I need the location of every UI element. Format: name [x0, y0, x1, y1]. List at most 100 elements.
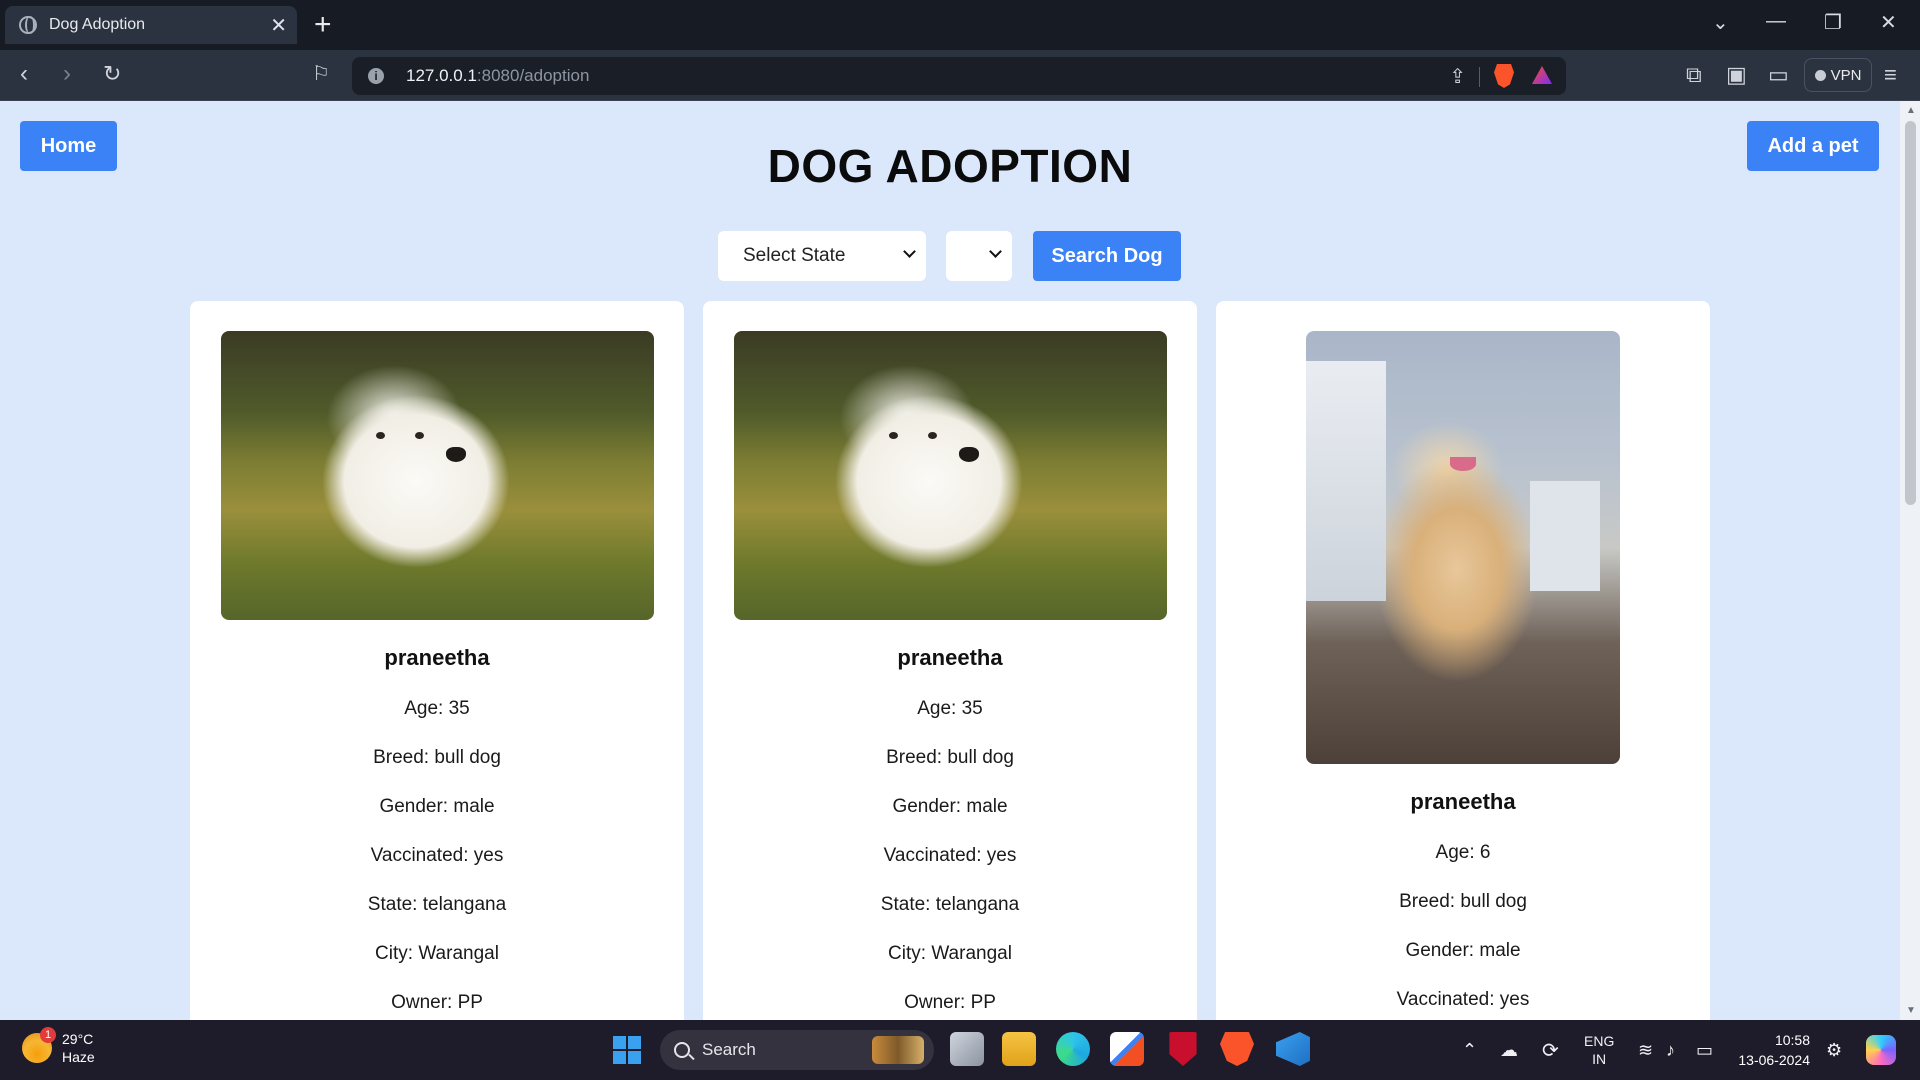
white-fluffy-dog-photo: [733, 331, 1167, 620]
minimize-icon[interactable]: —: [1766, 10, 1786, 33]
dog-vaccinated: Vaccinated: yes: [883, 845, 1017, 866]
dog-eye: [376, 432, 386, 440]
chevron-down-icon: [989, 245, 1002, 258]
tab-search-chevron-icon[interactable]: ⌄: [1712, 10, 1729, 35]
lang-top: ENG: [1584, 1033, 1615, 1049]
dog-name: praneetha: [1410, 789, 1516, 814]
share-icon[interactable]: ⇪: [1449, 64, 1466, 89]
dog-eye: [415, 432, 425, 440]
wallet-icon[interactable]: ▭: [1768, 62, 1789, 88]
url-host: 127.0.0.1: [406, 66, 477, 85]
taskbar-search-label: Search: [702, 1040, 756, 1059]
new-tab-button[interactable]: +: [314, 8, 332, 42]
edge-icon[interactable]: [1056, 1032, 1090, 1066]
windows-logo-icon: [613, 1036, 626, 1049]
dog-eye: [889, 432, 899, 440]
vpn-button[interactable]: VPN: [1804, 58, 1872, 92]
show-hidden-icons[interactable]: ⌃: [1462, 1020, 1477, 1080]
dog-card: praneetha Age: 35 Breed: bull dog Gender…: [703, 301, 1197, 1020]
search-dog-button[interactable]: Search Dog: [1033, 231, 1181, 281]
extensions-icon[interactable]: ⧉: [1686, 62, 1702, 88]
browser-tab[interactable]: Dog Adoption ✕: [5, 6, 297, 44]
language-indicator[interactable]: ENG IN: [1584, 1020, 1614, 1080]
dog-name: praneetha: [384, 645, 490, 670]
browser-toolbar: ‹ › ↻ ⚐ i 127.0.0.1 :8080/adoption ⇪ ⧉ ▣…: [0, 50, 1920, 101]
dog-tongue: [1450, 456, 1477, 471]
weather-widget[interactable]: 1 29°C Haze: [22, 1027, 95, 1066]
brave-browser-icon[interactable]: [1220, 1032, 1254, 1066]
dog-card: praneetha Age: 6 Breed: bull dog Gender:…: [1216, 301, 1710, 1020]
file-explorer-icon[interactable]: [1002, 1032, 1036, 1066]
city-select[interactable]: [946, 231, 1012, 281]
dog-age: Age: 6: [1435, 842, 1491, 863]
taskbar-search[interactable]: Search: [660, 1030, 934, 1070]
onedrive-icon[interactable]: ☁: [1500, 1020, 1518, 1080]
state-select-value: Select State: [743, 245, 846, 266]
building-shape: [1530, 481, 1600, 591]
settings-gear-icon[interactable]: ⚙: [1826, 1020, 1842, 1080]
page-content: Home Add a pet DOG ADOPTION Select State…: [0, 101, 1900, 1020]
copilot-icon[interactable]: [1866, 1020, 1896, 1080]
back-icon[interactable]: ‹: [20, 62, 28, 86]
dog-gender: Gender: male: [892, 796, 1008, 817]
dog-age: Age: 35: [917, 698, 983, 719]
dog-age: Age: 35: [404, 698, 470, 719]
weather-icon: 1: [22, 1027, 56, 1063]
window-close-icon[interactable]: ✕: [1880, 10, 1897, 35]
menu-icon[interactable]: ≡: [1884, 62, 1897, 88]
brave-shields-icon[interactable]: [1494, 64, 1514, 88]
notification-badge: 1: [40, 1027, 56, 1043]
clock-date: 13-06-2024: [1738, 1052, 1810, 1068]
vscode-icon[interactable]: [1276, 1032, 1310, 1066]
start-button[interactable]: [613, 1036, 641, 1064]
search-highlight-icon: [872, 1036, 924, 1064]
tab-close-icon[interactable]: ✕: [270, 13, 287, 38]
address-bar[interactable]: i 127.0.0.1 :8080/adoption ⇪: [352, 57, 1566, 95]
scrollbar-thumb[interactable]: [1905, 121, 1916, 505]
dog-eye: [928, 432, 938, 440]
taskbar: 1 29°C Haze Search ⌃ ☁ ⟳ ENG IN ≋ ♪ ▭ 10…: [0, 1020, 1920, 1080]
dog-city: City: Warangal: [375, 943, 499, 964]
battery-icon[interactable]: ▭: [1696, 1020, 1713, 1080]
task-view-icon[interactable]: [950, 1032, 984, 1066]
tab-title: Dog Adoption: [49, 16, 146, 33]
dog-state: State: telangana: [367, 894, 507, 915]
site-info-icon[interactable]: i: [368, 68, 384, 84]
weather-desc: Haze: [62, 1049, 95, 1065]
page-scrollbar[interactable]: ▲ ▼: [1900, 101, 1920, 1020]
scroll-down-icon[interactable]: ▼: [1906, 1005, 1916, 1016]
browser-tab-bar: Dog Adoption ✕ + ⌄ — ❐ ✕: [0, 0, 1920, 50]
sync-icon[interactable]: ⟳: [1542, 1020, 1559, 1080]
volume-icon[interactable]: ♪: [1666, 1020, 1675, 1080]
weather-temp: 29°C: [62, 1031, 94, 1047]
divider: [1479, 67, 1480, 87]
store-icon[interactable]: [1110, 1032, 1144, 1066]
dog-nose: [445, 446, 466, 462]
wifi-icon[interactable]: ≋: [1638, 1020, 1653, 1080]
url-path: :8080/adoption: [476, 66, 590, 85]
restore-icon[interactable]: ❐: [1824, 10, 1842, 35]
dog-owner: Owner: PP: [391, 992, 483, 1013]
clock[interactable]: 10:58 13-06-2024: [1730, 1030, 1810, 1070]
vpn-status-icon: [1814, 69, 1826, 81]
dog-vaccinated: Vaccinated: yes: [370, 845, 504, 866]
scroll-up-icon[interactable]: ▲: [1906, 105, 1916, 116]
state-select[interactable]: Select State: [718, 231, 926, 281]
white-fluffy-dog-photo: [220, 331, 654, 620]
dog-city: City: Warangal: [888, 943, 1012, 964]
sidebar-icon[interactable]: ▣: [1726, 62, 1747, 88]
mcafee-icon[interactable]: [1169, 1032, 1197, 1066]
dog-breed: Breed: bull dog: [373, 747, 501, 768]
globe-icon: [19, 16, 37, 34]
bookmark-icon[interactable]: ⚐: [312, 62, 330, 86]
brave-rewards-icon[interactable]: [1532, 66, 1552, 84]
dog-gender: Gender: male: [379, 796, 495, 817]
forward-icon[interactable]: ›: [63, 62, 71, 86]
reload-icon[interactable]: ↻: [103, 62, 121, 86]
dog-card: praneetha Age: 35 Breed: bull dog Gender…: [190, 301, 684, 1020]
lang-bottom: IN: [1592, 1051, 1607, 1067]
chevron-down-icon: [903, 245, 916, 258]
dog-state: State: telangana: [880, 894, 1020, 915]
dog-owner: Owner: PP: [904, 992, 996, 1013]
shih-tzu-dog-photo: [1306, 331, 1620, 764]
